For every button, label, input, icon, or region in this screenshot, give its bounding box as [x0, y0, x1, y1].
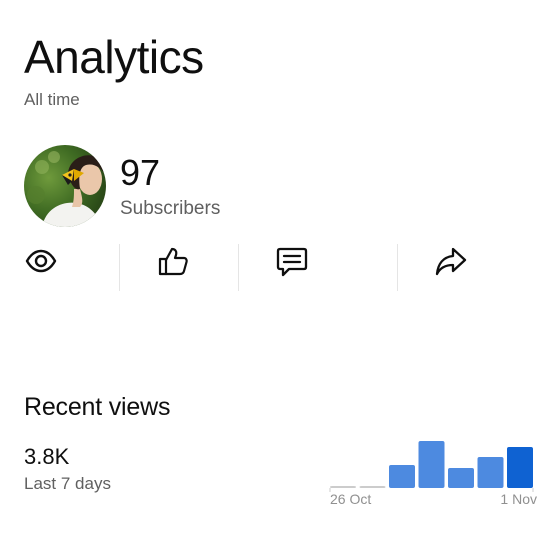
chart-tick-label-start: 26 Oct [330, 491, 371, 507]
eye-icon[interactable] [24, 244, 58, 278]
recent-views-chart[interactable]: 26 Oct 1 Nov [328, 430, 540, 512]
chart-bar-30-oct [448, 468, 474, 488]
share-icon[interactable] [434, 244, 468, 278]
channel-avatar[interactable] [24, 145, 106, 227]
chart-tick-label-end: 1 Nov [500, 491, 537, 507]
divider [397, 244, 398, 291]
page-title: Analytics [24, 31, 204, 83]
subscriber-count: 97 [120, 152, 161, 193]
recent-views-period: Last 7 days [24, 474, 111, 493]
subscriber-label: Subscribers [120, 198, 221, 219]
divider [119, 244, 120, 291]
recent-views-value: 3.8K [24, 444, 70, 469]
chart-bar-31-oct [477, 457, 504, 488]
chart-bar-28-oct [389, 465, 415, 488]
analytics-screen: Analytics All time 97 Subscribers Recent… [0, 0, 560, 560]
chart-bar-27-oct [359, 486, 386, 488]
chart-bar-26-oct [330, 486, 356, 488]
chart-bar-1-nov [507, 447, 533, 488]
thumbs-up-icon[interactable] [156, 244, 190, 278]
period-label: All time [24, 90, 80, 109]
chart-bar-29-oct [418, 441, 445, 488]
recent-views-title: Recent views [24, 393, 171, 421]
divider [238, 244, 239, 291]
comment-icon[interactable] [275, 244, 309, 278]
